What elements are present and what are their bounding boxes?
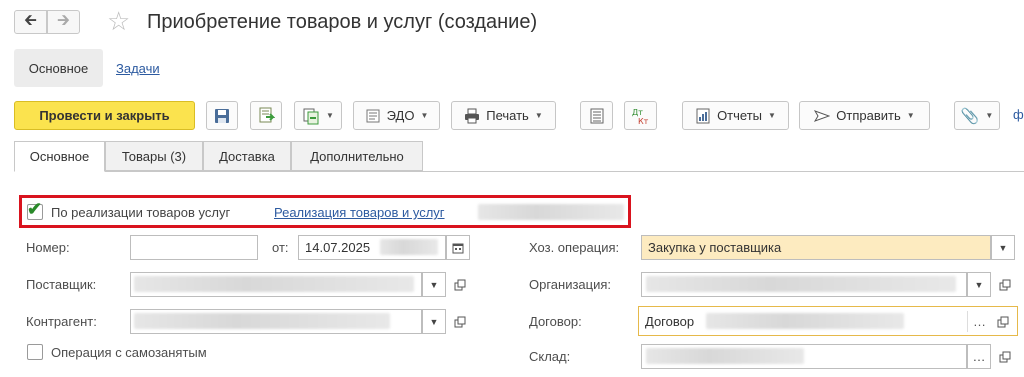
debit-credit-button[interactable]: Дт Кт: [624, 101, 657, 130]
edo-label: ЭДО: [386, 108, 415, 123]
create-based-icon: [303, 108, 319, 124]
contract-open-button[interactable]: [991, 309, 1015, 334]
calendar-button[interactable]: [446, 235, 470, 260]
tab-divider: [14, 171, 1024, 172]
chevron-down-icon: ▼: [998, 242, 1008, 253]
chevron-down-icon: ▼: [906, 111, 915, 120]
send-button[interactable]: Отправить ▼: [799, 101, 930, 130]
chevron-down-icon: ▼: [420, 111, 429, 120]
operation-dropdown[interactable]: ▼: [991, 235, 1015, 260]
chevron-down-icon: ▼: [429, 316, 439, 327]
contract-select-button[interactable]: …: [967, 311, 991, 332]
print-label: Печать: [486, 108, 529, 123]
warehouse-open-button[interactable]: [993, 344, 1017, 369]
create-based-on-button[interactable]: ▼: [294, 101, 342, 130]
back-button[interactable]: 🡰: [14, 10, 47, 34]
open-window-icon: [454, 316, 466, 327]
contract-label: Договор:: [529, 314, 582, 329]
reports-label: Отчеты: [717, 108, 762, 123]
post-button[interactable]: [250, 101, 282, 130]
open-window-icon: [999, 279, 1011, 290]
debit-credit-icon: ДтКт: [632, 108, 649, 125]
organization-open-button[interactable]: [993, 272, 1017, 297]
number-label: Номер:: [26, 240, 70, 255]
save-icon: [215, 108, 229, 123]
redacted-value: [646, 348, 804, 364]
self-employed-checkbox[interactable]: [27, 344, 43, 360]
post-and-close-button[interactable]: Провести и закрыть: [14, 101, 195, 130]
basis-checkbox-label: По реализации товаров услуг: [51, 205, 231, 220]
tab-delivery[interactable]: Доставка: [203, 141, 291, 171]
organization-label: Организация:: [529, 277, 612, 292]
send-icon: [814, 109, 831, 122]
counterparty-open-button[interactable]: [448, 309, 472, 334]
calendar-icon: [452, 243, 464, 253]
svg-text:Кт: Кт: [638, 117, 649, 125]
supplier-label: Поставщик:: [26, 277, 97, 292]
paperclip-icon: 📎: [960, 107, 980, 125]
reports-icon: [696, 108, 710, 123]
send-label: Отправить: [836, 108, 901, 123]
printer-icon: [465, 108, 480, 123]
more-actions-link[interactable]: ф: [1013, 107, 1024, 122]
date-value: 14.07.2025: [305, 240, 371, 255]
journal-icon: [590, 108, 603, 123]
chevron-down-icon: ▼: [534, 111, 543, 120]
chevron-down-icon: ▼: [974, 279, 984, 290]
open-window-icon: [999, 351, 1011, 362]
tab-additional[interactable]: Дополнительно: [291, 141, 423, 171]
section-main[interactable]: Основное: [14, 49, 103, 87]
counterparty-label: Контрагент:: [26, 314, 97, 329]
chevron-down-icon: ▼: [768, 111, 776, 120]
forward-button[interactable]: 🡲: [47, 10, 80, 34]
redacted-value: [134, 313, 390, 329]
open-window-icon: [454, 279, 466, 290]
print-button[interactable]: Печать ▼: [451, 101, 556, 130]
chevron-down-icon: ▼: [985, 111, 994, 120]
operation-field[interactable]: Закупка у поставщика: [641, 235, 991, 260]
number-field[interactable]: [130, 235, 258, 260]
redacted-value: [706, 313, 904, 329]
svg-text:Дт: Дт: [632, 108, 643, 117]
self-employed-label: Операция с самозанятым: [51, 345, 207, 360]
more-dots-icon: …: [972, 349, 986, 364]
chevron-down-icon: ▼: [429, 279, 439, 290]
redacted-value: [646, 276, 956, 292]
contract-value: Договор: [645, 314, 695, 329]
date-label: от:: [272, 240, 289, 255]
arrow-right-icon: 🡲: [57, 11, 70, 29]
reports-button[interactable]: Отчеты ▼: [682, 101, 789, 130]
arrow-left-icon: 🡰: [24, 11, 37, 29]
page-title: Приобретение товаров и услуг (создание): [147, 11, 538, 33]
redacted-value: [380, 239, 438, 255]
tab-goods[interactable]: Товары (3): [105, 141, 203, 171]
open-window-icon: [997, 316, 1009, 327]
organization-dropdown[interactable]: ▼: [967, 272, 991, 297]
basis-document-link[interactable]: Реализация товаров и услуг: [274, 205, 445, 220]
warehouse-select-button[interactable]: …: [967, 344, 991, 369]
chevron-down-icon: ▼: [326, 111, 334, 120]
star-icon[interactable]: ☆: [107, 8, 130, 34]
operation-label: Хоз. операция:: [529, 240, 620, 255]
edo-button[interactable]: ЭДО ▼: [353, 101, 440, 130]
attachments-button[interactable]: 📎 ▼: [954, 101, 1000, 130]
redacted-value: [134, 276, 414, 292]
more-dots-icon: …: [973, 314, 986, 329]
redacted-value: [478, 204, 624, 220]
save-button[interactable]: [206, 101, 238, 130]
post-document-icon: [259, 107, 275, 122]
warehouse-label: Склад:: [529, 349, 571, 364]
counterparty-dropdown[interactable]: ▼: [422, 309, 446, 334]
tab-main[interactable]: Основное: [14, 141, 105, 172]
supplier-open-button[interactable]: [448, 272, 472, 297]
section-tasks[interactable]: Задачи: [116, 61, 160, 76]
edo-icon: [366, 109, 380, 122]
supplier-dropdown[interactable]: ▼: [422, 272, 446, 297]
journal-button[interactable]: [580, 101, 613, 130]
checkmark-icon: ✔: [27, 199, 43, 219]
